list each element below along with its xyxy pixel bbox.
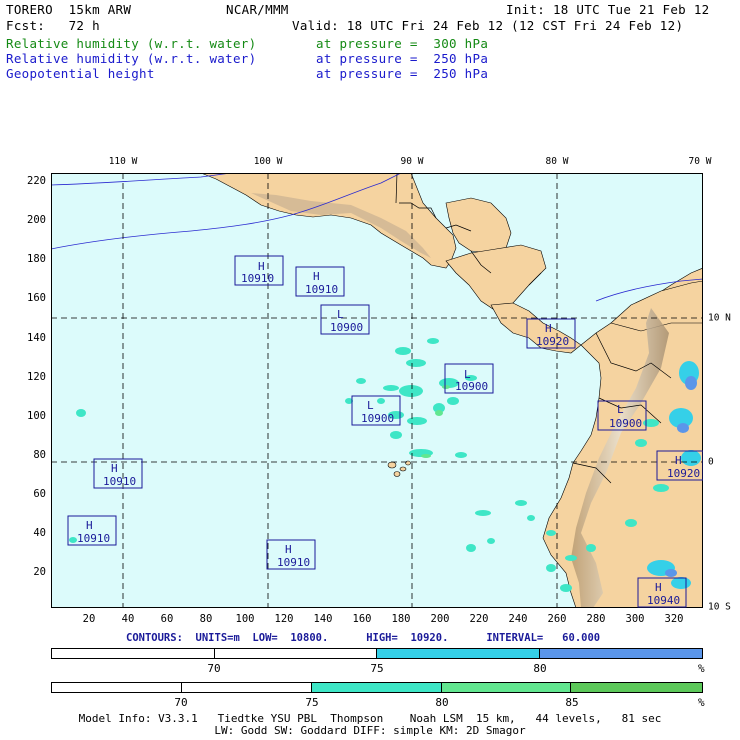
x-tick: 160 — [352, 613, 372, 625]
x-tick: 140 — [313, 613, 333, 625]
colorbar-300-unit: % — [698, 696, 705, 709]
y-tick: 60 — [33, 488, 46, 500]
center-type: H — [655, 581, 662, 594]
colorbar-250-seg-2 — [214, 649, 377, 658]
y-tick: 220 — [27, 175, 46, 187]
center-type: H — [86, 519, 93, 532]
x-tick: 100 — [235, 613, 255, 625]
center-value: 10920 — [667, 467, 700, 480]
y-tick: 100 — [27, 410, 46, 422]
center-value: 10900 — [455, 380, 488, 393]
center-value: 10900 — [361, 412, 394, 425]
colorbar-250-seg-4 — [539, 649, 702, 658]
colorbar-250-label: 80 — [533, 662, 547, 675]
x-tick: 300 — [625, 613, 645, 625]
colorbar-250-seg-3 — [377, 649, 540, 658]
valid-time: Valid: 18 UTC Fri 24 Feb 12 (12 CST Fri … — [292, 18, 684, 33]
forecast-hour: Fcst: 72 h — [6, 18, 100, 33]
colorbar-300-seg-1 — [52, 683, 182, 692]
colorbar-250-label: 70 — [207, 662, 221, 675]
lat-label-10n: 10 N — [708, 312, 731, 324]
colorbar-300-seg-4 — [441, 683, 572, 692]
colorbar-250-label: 75 — [370, 662, 384, 675]
center-type: H — [545, 322, 552, 335]
colorbar-300-seg-2 — [181, 683, 313, 692]
center-value: 10900 — [330, 321, 363, 334]
weather-map[interactable]: H 10910 H 10910 L 10900 H 10920 L 10900 … — [51, 173, 703, 608]
lon-label-110w: 110 W — [108, 156, 138, 167]
x-tick: 280 — [586, 613, 606, 625]
field-2-level: at pressure = 250 hPa — [316, 51, 489, 66]
x-tick: 40 — [121, 613, 135, 625]
x-tick: 320 — [664, 613, 684, 625]
y-tick: 120 — [27, 371, 46, 383]
lon-label-100w: 100 W — [253, 156, 283, 167]
field-1-name: Relative humidity (w.r.t. water) — [6, 36, 257, 51]
colorbar-300-label: 75 — [305, 696, 319, 709]
colorbar-300-seg-5 — [571, 683, 703, 692]
center-type: L — [367, 399, 374, 412]
x-tick: 260 — [547, 613, 567, 625]
center-type: H — [285, 543, 292, 556]
y-tick: 80 — [33, 449, 46, 461]
center-value: 10910 — [241, 272, 274, 285]
x-tick: 240 — [508, 613, 528, 625]
center-type: H — [313, 270, 320, 283]
lon-label-80w: 80 W — [545, 156, 569, 167]
center-value: 10920 — [536, 335, 569, 348]
colorbar-300-label: 85 — [565, 696, 579, 709]
init-time: Init: 18 UTC Tue 21 Feb 12 — [506, 2, 710, 17]
x-tick: 20 — [82, 613, 96, 625]
center-value: 10910 — [305, 283, 338, 296]
y-tick: 20 — [33, 566, 46, 578]
center-type: L — [617, 403, 624, 416]
colorbar-250-unit: % — [698, 662, 705, 675]
center-value: 10910 — [103, 475, 136, 488]
center-type: H — [111, 462, 118, 475]
field-3-name: Geopotential height — [6, 66, 155, 81]
x-tick: 80 — [199, 613, 213, 625]
x-tick: 180 — [391, 613, 411, 625]
x-tick: 200 — [430, 613, 450, 625]
center-name: NCAR/MMM — [226, 2, 289, 17]
lon-label-70w: 70 W — [688, 156, 712, 167]
colorbar-300-label: 80 — [435, 696, 449, 709]
field-2-name: Relative humidity (w.r.t. water) — [6, 51, 257, 66]
colorbar-300hpa — [51, 682, 703, 693]
model-info-line2: LW: Godd SW: Goddard DIFF: simple KM: 2D… — [214, 724, 526, 737]
model-title: TORERO 15km ARW — [6, 2, 132, 17]
lat-label-10s: 10 S — [708, 601, 731, 613]
center-type: H — [675, 454, 682, 467]
y-tick: 160 — [27, 292, 46, 304]
x-tick: 120 — [274, 613, 294, 625]
y-tick: 200 — [27, 214, 46, 226]
lon-label-90w: 90 W — [400, 156, 424, 167]
colorbar-300-label: 70 — [174, 696, 188, 709]
center-value: 10900 — [609, 417, 642, 430]
x-tick: 220 — [469, 613, 489, 625]
center-value: 10910 — [77, 532, 110, 545]
colorbar-250-seg-1 — [52, 649, 215, 658]
colorbar-300-seg-3 — [312, 683, 442, 692]
field-1-level: at pressure = 300 hPa — [316, 36, 489, 51]
x-tick: 60 — [160, 613, 174, 625]
y-tick: 180 — [27, 253, 46, 265]
contour-info: CONTOURS: UNITS=m LOW= 10800. HIGH= 1092… — [126, 632, 601, 644]
y-tick: 140 — [27, 332, 46, 344]
center-value: 10940 — [647, 594, 680, 607]
field-3-level: at pressure = 250 hPa — [316, 66, 489, 81]
lat-label-equator: 0 — [708, 456, 714, 468]
center-value: 10910 — [277, 556, 310, 569]
colorbar-250hpa — [51, 648, 703, 659]
center-type: L — [337, 308, 344, 321]
y-tick: 40 — [33, 527, 46, 539]
